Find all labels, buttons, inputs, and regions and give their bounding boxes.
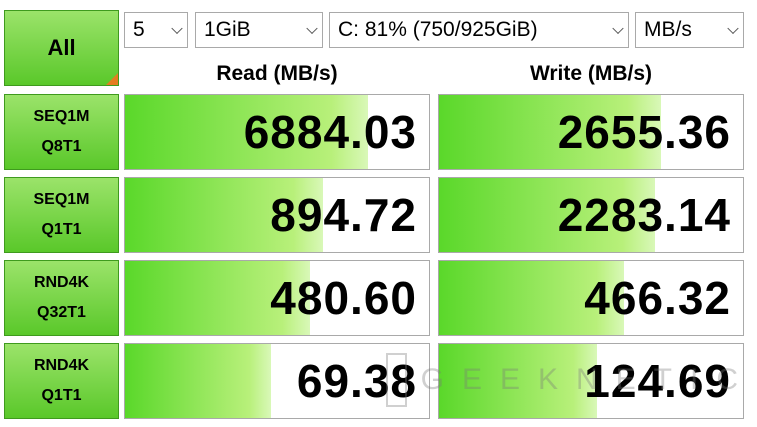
- test-name-line2: Q1T1: [41, 221, 82, 238]
- chevron-down-icon: [306, 22, 318, 35]
- write-result-cell: 466.32: [438, 260, 744, 336]
- all-button-label: All: [47, 35, 76, 60]
- test-name-line1: SEQ1M: [33, 191, 90, 208]
- write-result-value: 2655.36: [557, 106, 731, 158]
- unit-value: MB/s: [644, 18, 692, 41]
- test-seq1m-q8t1-button[interactable]: SEQ1M Q8T1: [4, 94, 119, 170]
- test-name-line2: Q32T1: [37, 304, 86, 321]
- read-result-value: 894.72: [270, 189, 417, 241]
- test-size-select[interactable]: 1GiB: [195, 12, 323, 48]
- chevron-down-icon: [727, 22, 739, 35]
- chevron-down-icon: [171, 22, 183, 35]
- test-rnd4k-q1t1-button[interactable]: RND4K Q1T1: [4, 343, 119, 419]
- write-result-value: 2283.14: [557, 189, 731, 241]
- read-result-cell: 480.60: [124, 260, 430, 336]
- chevron-down-icon: [612, 22, 624, 35]
- drive-value: C: 81% (750/925GiB): [338, 18, 538, 41]
- read-result-value: 69.38: [296, 355, 417, 407]
- read-result-cell: 69.38: [124, 343, 430, 419]
- corner-indicator-icon: [106, 73, 118, 85]
- test-count-value: 5: [133, 18, 145, 41]
- read-column-header: Read (MB/s): [216, 62, 338, 85]
- read-result-cell: 894.72: [124, 177, 430, 253]
- write-progress-bar: [439, 344, 598, 418]
- test-size-value: 1GiB: [204, 18, 251, 41]
- unit-select[interactable]: MB/s: [635, 12, 744, 48]
- test-rnd4k-q32t1-button[interactable]: RND4K Q32T1: [4, 260, 119, 336]
- test-name-line2: Q8T1: [41, 138, 82, 155]
- all-button[interactable]: All: [4, 10, 119, 86]
- read-result-value: 6884.03: [243, 106, 417, 158]
- test-name-line1: RND4K: [33, 274, 90, 291]
- read-progress-bar: [125, 344, 271, 418]
- test-name-line1: RND4K: [33, 357, 90, 374]
- write-result-cell: 2283.14: [438, 177, 744, 253]
- test-seq1m-q1t1-button[interactable]: SEQ1M Q1T1: [4, 177, 119, 253]
- test-name-line1: SEQ1M: [33, 108, 90, 125]
- test-count-select[interactable]: 5: [124, 12, 188, 48]
- read-result-value: 480.60: [270, 272, 417, 324]
- write-result-value: 466.32: [584, 272, 731, 324]
- write-result-cell: 124.69: [438, 343, 744, 419]
- write-result-cell: 2655.36: [438, 94, 744, 170]
- test-name-line2: Q1T1: [41, 387, 82, 404]
- write-column-header: Write (MB/s): [529, 62, 653, 85]
- read-result-cell: 6884.03: [124, 94, 430, 170]
- write-result-value: 124.69: [584, 355, 731, 407]
- drive-select[interactable]: C: 81% (750/925GiB): [329, 12, 629, 48]
